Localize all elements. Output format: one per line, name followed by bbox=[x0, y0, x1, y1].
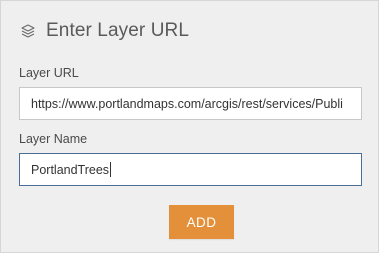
layers-icon bbox=[19, 22, 37, 40]
layer-name-value: PortlandTrees bbox=[31, 162, 110, 177]
layer-url-value: https://www.portlandmaps.com/arcgis/rest… bbox=[31, 96, 343, 111]
text-cursor bbox=[110, 162, 112, 177]
layer-url-input[interactable]: https://www.portlandmaps.com/arcgis/rest… bbox=[19, 87, 362, 120]
add-button[interactable]: ADD bbox=[169, 205, 234, 239]
panel-title: Enter Layer URL bbox=[46, 20, 190, 41]
panel-header: Enter Layer URL bbox=[19, 19, 189, 43]
enter-layer-url-panel: Enter Layer URL Layer URL https://www.po… bbox=[0, 0, 379, 253]
layer-name-input[interactable]: PortlandTrees bbox=[19, 153, 362, 186]
layer-name-label: Layer Name bbox=[19, 132, 88, 146]
layer-url-label: Layer URL bbox=[19, 66, 79, 80]
